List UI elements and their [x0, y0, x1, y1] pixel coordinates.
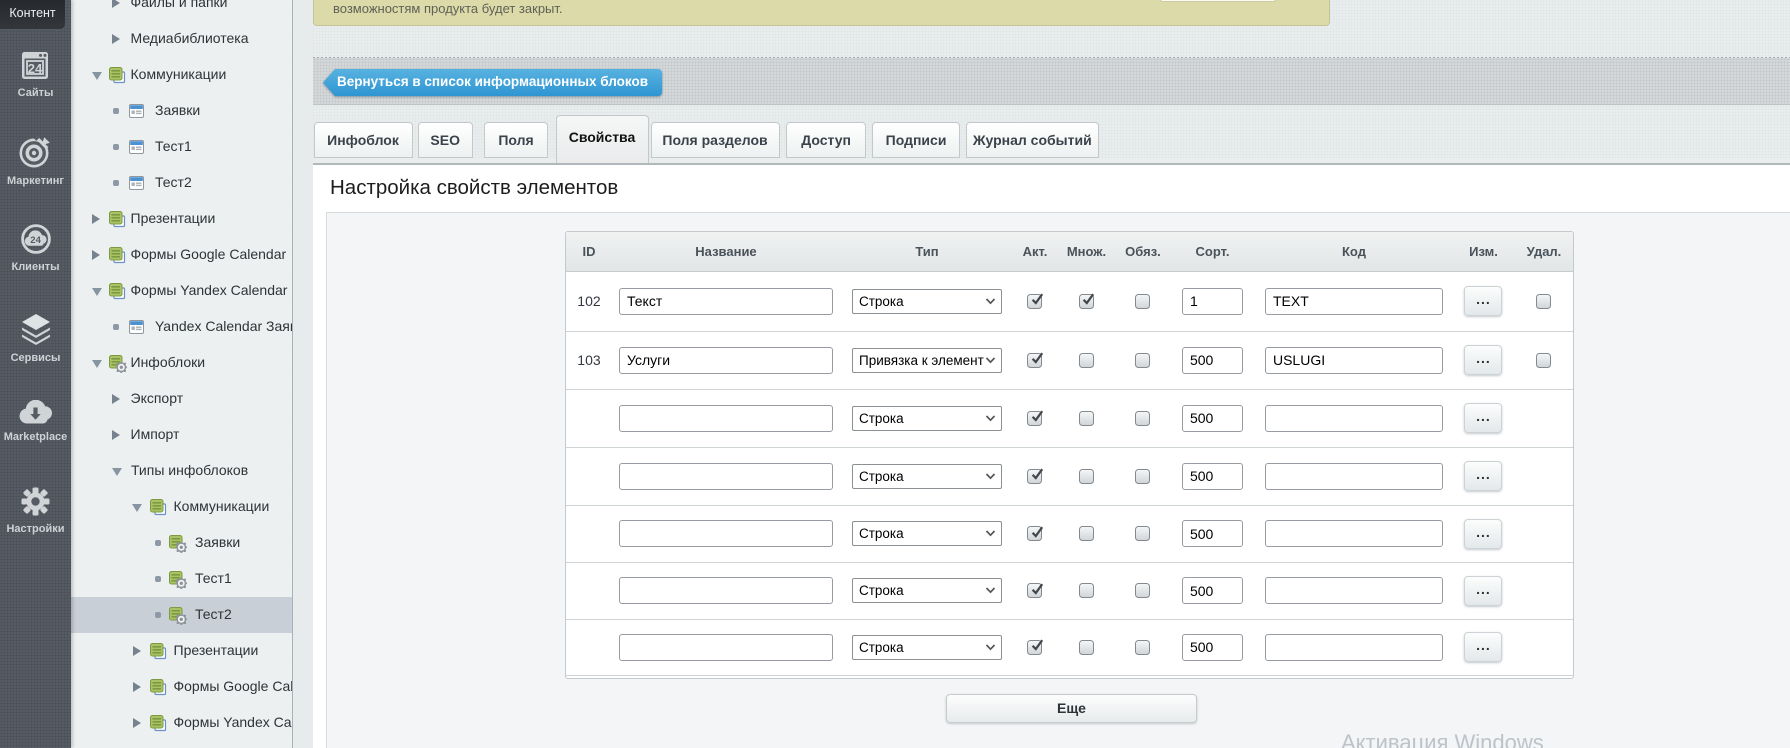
svg-text:24: 24 — [30, 235, 41, 246]
svg-text:24: 24 — [27, 61, 42, 76]
